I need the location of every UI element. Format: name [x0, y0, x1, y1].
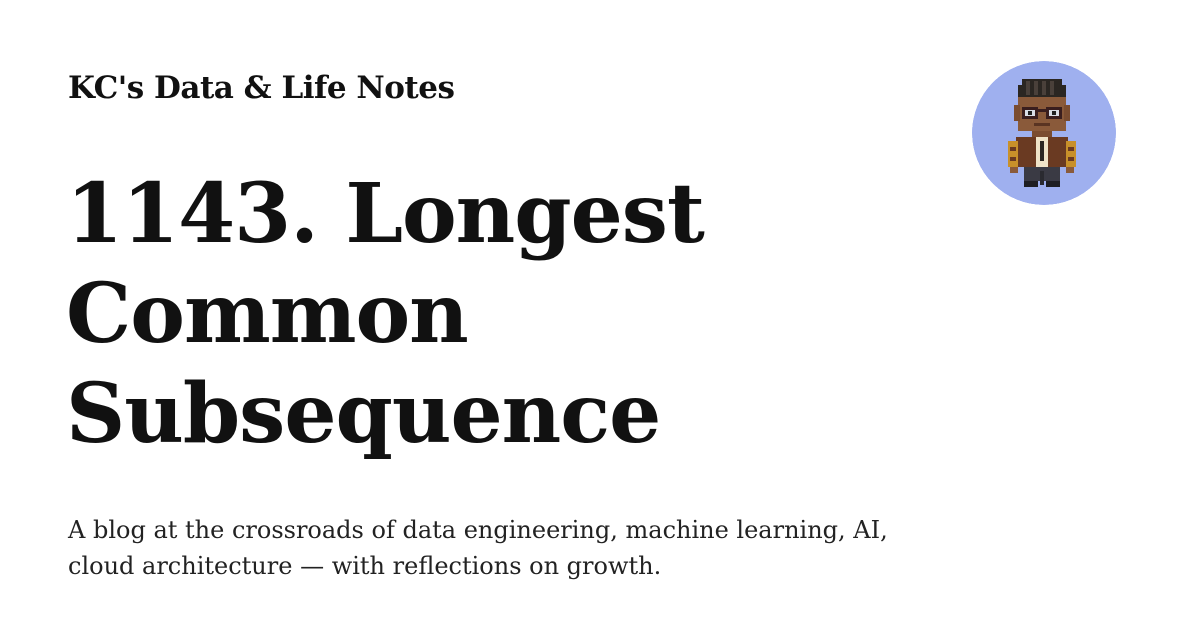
social-card: KC's Data & Life Notes 1143. Longest Com…	[0, 0, 1200, 630]
site-name: KC's Data & Life Notes	[68, 70, 455, 106]
avatar	[972, 61, 1116, 205]
site-description: A blog at the crossroads of data enginee…	[68, 516, 888, 580]
pixel-art-person-avatar-icon	[972, 61, 1116, 205]
post-title: 1143. Longest Common Subsequence	[66, 166, 705, 462]
